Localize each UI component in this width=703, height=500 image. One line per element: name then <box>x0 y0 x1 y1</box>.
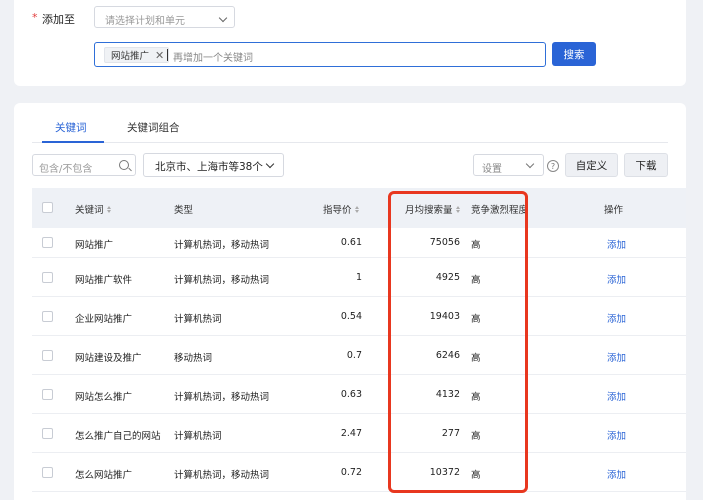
include-exclude-placeholder: 包含/不包含 <box>39 164 93 175</box>
add-keyword-link[interactable]: 添加 <box>607 311 626 325</box>
active-tab-indicator <box>42 141 104 143</box>
add-keyword-link[interactable]: 添加 <box>607 428 626 442</box>
cell-competition: 高 <box>471 314 481 325</box>
tab-keyword-combinations[interactable]: 关键词组合 <box>127 120 180 135</box>
cell-monthly-volume: 6246 <box>435 350 460 361</box>
sort-icon[interactable] <box>106 205 111 213</box>
cell-competition: 高 <box>471 431 481 442</box>
cell-type: 计算机热词 <box>174 431 222 442</box>
cell-keyword: 怎么网站推广 <box>75 470 133 481</box>
keyword-tag: 网站推广 ✕ <box>104 47 170 63</box>
cell-monthly-volume: 10372 <box>429 467 460 478</box>
row-checkbox[interactable] <box>42 272 53 283</box>
table-row: 网站推广 计算机热词，移动热词 0.61 75056 高 添加 <box>32 228 686 258</box>
row-checkbox[interactable] <box>42 467 53 478</box>
cell-competition: 高 <box>471 240 481 251</box>
tab-bar: 关键词 关键词组合 <box>32 103 668 143</box>
cell-keyword: 网站推广 <box>75 240 114 251</box>
cell-type: 计算机热词，移动热词 <box>174 240 270 251</box>
cell-competition: 高 <box>471 470 481 481</box>
header-keyword-label: 关键词 <box>75 205 104 216</box>
cell-type: 移动热词 <box>174 353 213 364</box>
header-volume-label: 月均搜索量 <box>405 205 453 216</box>
add-keyword-link[interactable]: 添加 <box>607 272 626 286</box>
cell-monthly-volume: 75056 <box>429 237 460 248</box>
customize-button[interactable]: 自定义 <box>565 153 618 177</box>
cell-competition: 高 <box>471 353 481 364</box>
settings-placeholder: 设置 <box>482 164 502 175</box>
chevron-down-icon <box>525 159 535 169</box>
header-action: 操作 <box>604 205 624 216</box>
cell-monthly-volume: 19403 <box>429 311 460 322</box>
row-checkbox[interactable] <box>42 350 53 361</box>
download-button[interactable]: 下载 <box>624 153 668 177</box>
cell-competition: 高 <box>471 275 481 286</box>
include-exclude-input[interactable]: 包含/不包含 <box>32 154 136 176</box>
help-icon[interactable]: ? <box>547 160 559 172</box>
header-keyword[interactable]: 关键词 <box>75 202 111 216</box>
cell-price: 0.72 <box>340 467 362 478</box>
table-row: 企业网站推广 计算机热词 0.54 19403 高 添加 <box>32 297 686 336</box>
add-to-label: 添加至 <box>42 13 75 26</box>
close-icon[interactable]: ✕ <box>155 50 164 61</box>
select-all-checkbox[interactable] <box>42 202 53 213</box>
keyword-tag-label: 网站推广 <box>111 51 150 62</box>
chevron-down-icon <box>265 159 275 169</box>
add-keyword-link[interactable]: 添加 <box>607 389 626 403</box>
header-price-label: 指导价 <box>323 205 352 216</box>
add-keyword-link[interactable]: 添加 <box>607 237 626 251</box>
cell-price: 0.7 <box>346 350 362 361</box>
cell-type: 计算机热词，移动热词 <box>174 275 270 286</box>
cell-price: 0.61 <box>340 237 362 248</box>
cell-price: 2.47 <box>340 428 362 439</box>
cell-type: 计算机热词 <box>174 314 222 325</box>
table-row: 怎么推广自己的网站 计算机热词 2.47 277 高 添加 <box>32 414 686 453</box>
sort-icon[interactable] <box>455 205 460 213</box>
header-type: 类型 <box>174 205 194 216</box>
row-checkbox[interactable] <box>42 389 53 400</box>
cell-keyword: 网站怎么推广 <box>75 392 133 403</box>
region-select[interactable]: 北京市、上海市等38个 <box>143 153 284 177</box>
tab-keywords[interactable]: 关键词 <box>55 120 87 135</box>
table-row: 怎么网站推广 计算机热词，移动热词 0.72 10372 高 添加 <box>32 453 686 492</box>
row-checkbox[interactable] <box>42 237 53 248</box>
cell-keyword: 怎么推广自己的网站 <box>75 431 161 442</box>
search-icon[interactable] <box>119 160 129 170</box>
plan-unit-select[interactable]: 请选择计划和单元 <box>94 6 235 28</box>
cell-monthly-volume: 4925 <box>435 272 460 283</box>
cell-keyword: 网站推广软件 <box>75 275 133 286</box>
header-competition: 竞争激烈程度 <box>471 205 529 216</box>
cell-keyword: 企业网站推广 <box>75 314 133 325</box>
cell-monthly-volume: 4132 <box>435 389 460 400</box>
text-caret <box>167 49 168 61</box>
table-header: 关键词 类型 指导价 月均搜索量 竞争激烈程度 操作 <box>32 188 686 228</box>
sort-icon[interactable] <box>354 205 359 213</box>
cell-price: 0.54 <box>340 311 362 322</box>
row-checkbox[interactable] <box>42 428 53 439</box>
table-row: 网站建设及推广 移动热词 0.7 6246 高 添加 <box>32 336 686 375</box>
settings-select[interactable]: 设置 <box>473 154 544 176</box>
cell-price: 0.63 <box>340 389 362 400</box>
cell-type: 计算机热词，移动热词 <box>174 392 270 403</box>
cell-keyword: 网站建设及推广 <box>75 353 142 364</box>
keyword-input[interactable]: 网站推广 ✕ 再增加一个关键词 <box>94 42 546 67</box>
cell-competition: 高 <box>471 392 481 403</box>
cell-type: 计算机热词，移动热词 <box>174 470 270 481</box>
keyword-results-panel: 关键词 关键词组合 包含/不包含 北京市、上海市等38个 设置 ? 自定义 下载… <box>14 103 686 500</box>
keyword-placeholder: 再增加一个关键词 <box>173 53 253 64</box>
chevron-down-icon <box>218 13 228 23</box>
table-row: 网站怎么推广 计算机热词，移动热词 0.63 4132 高 添加 <box>32 375 686 414</box>
add-keyword-link[interactable]: 添加 <box>607 350 626 364</box>
required-mark: * <box>32 11 38 24</box>
add-keyword-link[interactable]: 添加 <box>607 467 626 481</box>
cell-price: 1 <box>355 272 362 283</box>
region-value: 北京市、上海市等38个 <box>155 161 263 173</box>
plan-unit-placeholder: 请选择计划和单元 <box>105 16 185 27</box>
row-checkbox[interactable] <box>42 311 53 322</box>
cell-monthly-volume: 277 <box>441 428 460 439</box>
header-monthly-volume[interactable]: 月均搜索量 <box>405 202 460 216</box>
header-price[interactable]: 指导价 <box>323 202 359 216</box>
table-row: 网站推广软件 计算机热词，移动热词 1 4925 高 添加 <box>32 258 686 297</box>
search-button[interactable]: 搜索 <box>552 42 596 66</box>
